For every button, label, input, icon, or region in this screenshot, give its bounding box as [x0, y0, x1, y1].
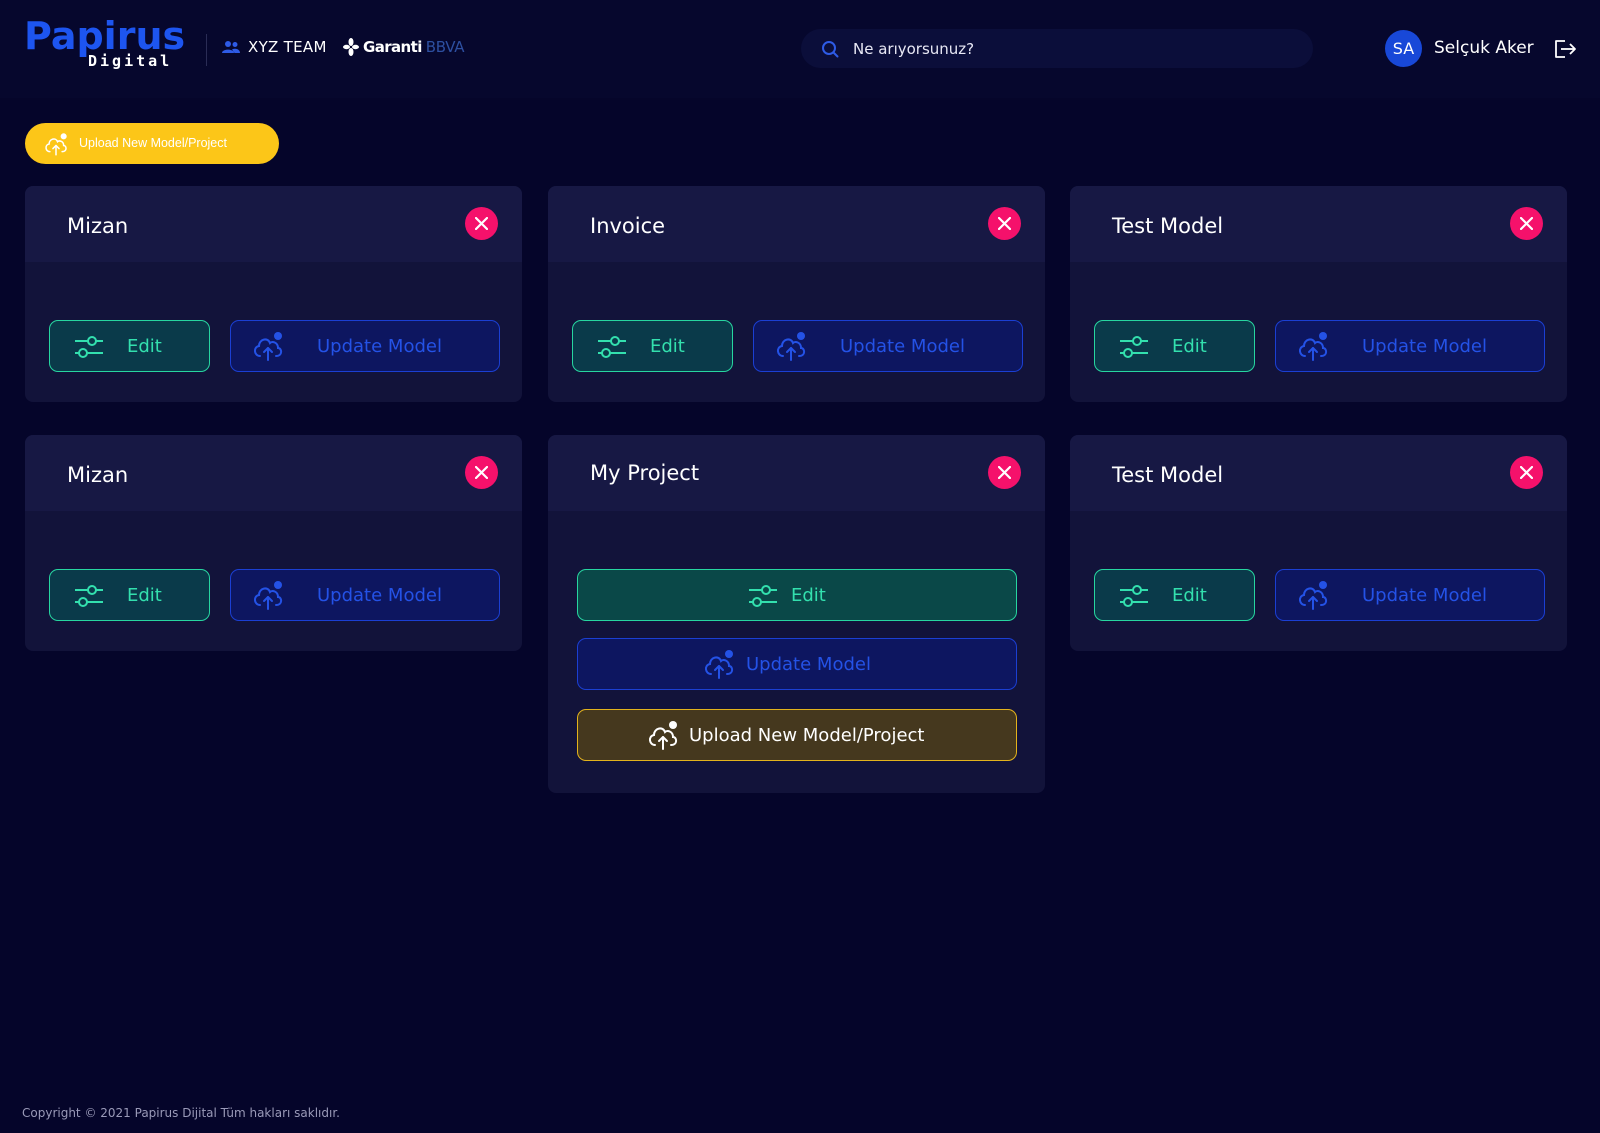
team-indicator[interactable]: XYZ TEAM [222, 38, 327, 56]
close-icon [475, 217, 488, 230]
card-title: Test Model [1112, 214, 1224, 238]
upload-new-model-button[interactable]: Upload New Model/Project [577, 709, 1017, 761]
edit-label: Edit [1172, 585, 1207, 606]
card-title: Mizan [67, 463, 129, 487]
partner-name: Garanti [363, 38, 422, 56]
update-model-button[interactable]: Update Model [753, 320, 1023, 372]
header-divider [206, 34, 207, 66]
update-model-button[interactable]: Update Model [230, 320, 500, 372]
search-bar[interactable] [801, 29, 1313, 68]
cloud-upload-icon [45, 133, 67, 156]
close-icon [475, 466, 488, 479]
card-header: Mizan [25, 435, 522, 511]
card-header: Test Model [1070, 435, 1567, 511]
update-model-label: Update Model [317, 336, 442, 357]
edit-button[interactable]: Edit [49, 320, 210, 372]
upload-new-model-label: Upload New Model/Project [689, 725, 925, 746]
card-title: Mizan [67, 214, 129, 238]
edit-button[interactable]: Edit [572, 320, 733, 372]
update-model-button[interactable]: Update Model [1275, 320, 1545, 372]
edit-button[interactable]: Edit [577, 569, 1017, 621]
close-icon [1520, 217, 1533, 230]
edit-label: Edit [127, 585, 162, 606]
sliders-icon [749, 585, 777, 607]
card-title: My Project [590, 461, 700, 485]
cloud-upload-icon [649, 721, 678, 750]
delete-button[interactable] [988, 456, 1021, 489]
papirus-logo[interactable]: Papirus Digital [24, 14, 185, 74]
sliders-icon [1120, 585, 1148, 607]
edit-button[interactable]: Edit [49, 569, 210, 621]
card-header: Mizan [25, 186, 522, 262]
cloud-upload-icon [777, 332, 806, 361]
model-card: Invoice Edit Update Model [548, 186, 1045, 402]
model-card: Mizan Edit Update Model [25, 435, 522, 651]
cloud-upload-icon [705, 650, 734, 679]
close-icon [998, 217, 1011, 230]
partner-brand: BBVA [425, 38, 465, 56]
users-icon [222, 41, 240, 53]
project-card: My Project Edit Update Model Upload New [548, 435, 1045, 793]
flower-icon [343, 38, 359, 56]
update-model-button[interactable]: Update Model [230, 569, 500, 621]
team-label: XYZ TEAM [248, 38, 327, 56]
logout-icon[interactable] [1553, 39, 1577, 59]
sliders-icon [1120, 336, 1148, 358]
user-name[interactable]: Selçuk Aker [1434, 38, 1534, 58]
sliders-icon [598, 336, 626, 358]
update-model-button[interactable]: Update Model [1275, 569, 1545, 621]
delete-button[interactable] [465, 456, 498, 489]
logo-sub-text: Digital [88, 52, 173, 70]
search-input[interactable] [853, 29, 1293, 68]
model-card: Mizan Edit Update Model [25, 186, 522, 402]
sliders-icon [75, 585, 103, 607]
model-card: Test Model Edit Update Model [1070, 435, 1567, 651]
update-model-label: Update Model [1362, 336, 1487, 357]
close-icon [1520, 466, 1533, 479]
close-icon [998, 466, 1011, 479]
delete-button[interactable] [1510, 207, 1543, 240]
partner-logo: Garanti BBVA [343, 38, 465, 56]
edit-label: Edit [1172, 336, 1207, 357]
edit-label: Edit [791, 585, 826, 606]
cloud-upload-icon [254, 332, 283, 361]
delete-button[interactable] [1510, 456, 1543, 489]
delete-button[interactable] [988, 207, 1021, 240]
card-title: Test Model [1112, 463, 1224, 487]
card-header: Test Model [1070, 186, 1567, 262]
card-header: My Project [548, 435, 1045, 511]
sliders-icon [75, 336, 103, 358]
cloud-upload-icon [1299, 581, 1328, 610]
update-model-label: Update Model [840, 336, 965, 357]
update-model-button[interactable]: Update Model [577, 638, 1017, 690]
edit-label: Edit [650, 336, 685, 357]
card-header: Invoice [548, 186, 1045, 262]
copyright-text: Copyright © 2021 Papirus Dijital Tüm hak… [22, 1106, 340, 1120]
update-model-label: Update Model [1362, 585, 1487, 606]
card-title: Invoice [590, 214, 666, 238]
edit-button[interactable]: Edit [1094, 569, 1255, 621]
edit-label: Edit [127, 336, 162, 357]
search-icon [822, 41, 839, 58]
delete-button[interactable] [465, 207, 498, 240]
model-card: Test Model Edit Update Model [1070, 186, 1567, 402]
upload-new-model-label: Upload New Model/Project [79, 136, 227, 150]
upload-new-model-button[interactable]: Upload New Model/Project [25, 123, 279, 164]
update-model-label: Update Model [746, 654, 871, 675]
update-model-label: Update Model [317, 585, 442, 606]
cloud-upload-icon [254, 581, 283, 610]
cloud-upload-icon [1299, 332, 1328, 361]
edit-button[interactable]: Edit [1094, 320, 1255, 372]
avatar[interactable]: SA [1385, 30, 1422, 67]
top-header: Papirus Digital XYZ TEAM Garanti BBVA SA… [0, 0, 1600, 98]
